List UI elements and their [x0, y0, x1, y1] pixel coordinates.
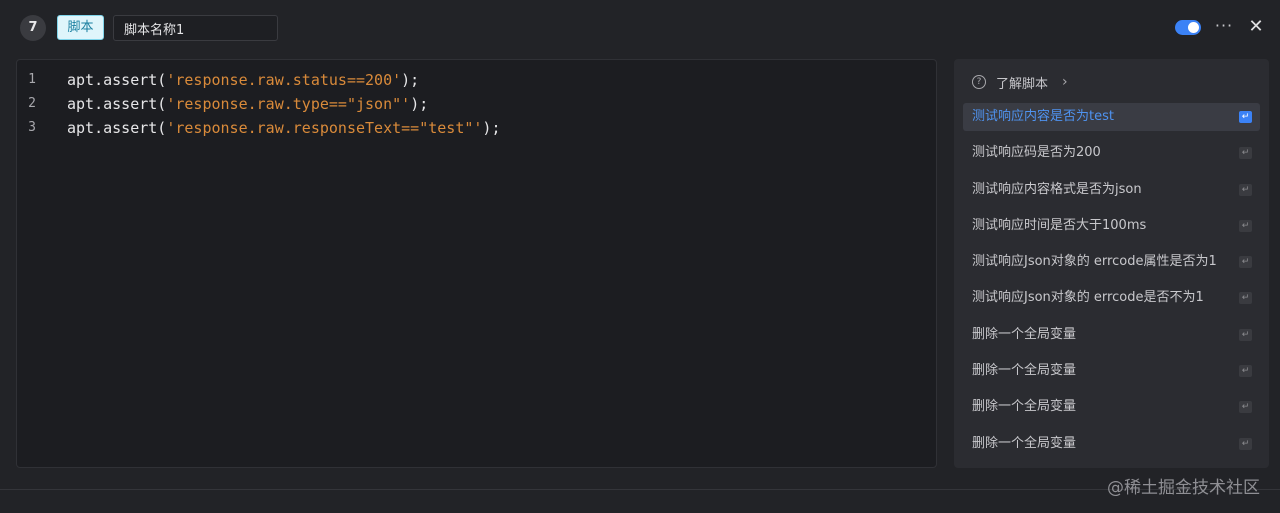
code-call: apt.assert( [67, 119, 167, 137]
line-number: 2 [28, 96, 36, 111]
enter-icon: ↵ [1239, 328, 1252, 341]
enter-icon: ↵ [1239, 256, 1252, 269]
snippet-label: 测试响应码是否为200 [972, 145, 1101, 161]
chevron-right-icon: › [1062, 74, 1068, 90]
snippet-label: 测试响应内容格式是否为json [972, 181, 1142, 197]
snippet-item[interactable]: 删除一个全局变量 ↵ [963, 357, 1260, 385]
learn-script-label: 了解脚本 [996, 76, 1049, 92]
snippet-item[interactable]: 删除一个全局变量 ↵ [963, 430, 1260, 458]
type-tag-script[interactable]: 脚本 [57, 15, 104, 40]
code-editor[interactable]: 1 apt.assert('response.raw.status==200');… [16, 59, 937, 468]
toggle-knob [1188, 22, 1199, 33]
enter-icon: ↵ [1239, 147, 1252, 160]
code-string: 'response.raw.type=="json"' [166, 95, 411, 113]
enter-icon: ↵ [1239, 292, 1252, 305]
code-string: 'response.raw.status==200' [166, 71, 402, 89]
code-line[interactable]: 1 apt.assert('response.raw.status==200'); [17, 68, 936, 92]
code-close: ); [410, 95, 429, 113]
snippet-item[interactable]: 测试响应内容是否为test ↵ [963, 103, 1260, 131]
watermark: @稀土掘金技术社区 [1107, 478, 1260, 498]
code-line[interactable]: 2 apt.assert('response.raw.type=="json"')… [17, 92, 936, 116]
snippet-item[interactable]: 删除一个全局变量 ↵ [963, 393, 1260, 421]
snippet-item[interactable]: 测试响应时间是否大于100ms ↵ [963, 212, 1260, 240]
panel-header: 7 脚本 ··· ✕ [0, 0, 1280, 56]
snippet-item[interactable]: 测试响应Json对象的 errcode是否不为1 ↵ [963, 284, 1260, 312]
enter-icon: ↵ [1239, 183, 1252, 196]
step-number-badge: 7 [20, 15, 46, 41]
code-close: ); [482, 119, 501, 137]
snippet-label: 删除一个全局变量 [972, 435, 1077, 451]
enable-toggle[interactable] [1175, 20, 1201, 35]
script-name-input[interactable] [113, 15, 278, 41]
snippet-item[interactable]: 删除一个全局变量 ↵ [963, 321, 1260, 349]
code-text[interactable]: apt.assert('response.raw.responseText=="… [67, 116, 500, 140]
code-line[interactable]: 3 apt.assert('response.raw.responseText==… [17, 116, 936, 140]
close-icon[interactable]: ✕ [1245, 14, 1267, 40]
enter-icon: ↵ [1239, 437, 1252, 450]
line-number: 1 [28, 72, 36, 87]
code-text[interactable]: apt.assert('response.raw.status==200'); [67, 68, 419, 92]
snippet-label: 测试响应时间是否大于100ms [972, 217, 1147, 233]
snippet-label: 删除一个全局变量 [972, 399, 1077, 415]
enter-icon: ↵ [1239, 111, 1252, 123]
script-panel: 7 脚本 ··· ✕ 1apt.assert('response.raw.sta… [0, 0, 1280, 513]
code-close: ); [401, 71, 420, 89]
snippet-item[interactable]: 测试响应内容格式是否为json ↵ [963, 176, 1260, 204]
code-call: apt.assert( [67, 95, 167, 113]
bottom-divider [0, 489, 1280, 490]
snippet-label: 测试响应Json对象的 errcode属性是否为1 [972, 254, 1217, 270]
snippet-label: 删除一个全局变量 [972, 363, 1077, 379]
enter-icon: ↵ [1239, 401, 1252, 414]
snippet-label: 测试响应Json对象的 errcode是否不为1 [972, 290, 1204, 306]
snippet-item[interactable]: 测试响应码是否为200 ↵ [963, 139, 1260, 167]
snippet-item[interactable]: 测试响应Json对象的 errcode属性是否为1 ↵ [963, 248, 1260, 276]
code-text[interactable]: apt.assert('response.raw.type=="json"'); [67, 92, 428, 116]
enter-icon: ↵ [1239, 365, 1252, 378]
snippet-panel: ? 了解脚本 › 测试响应内容是否为test ↵ 测试响应码是否为200 ↵ 测试响应内… [954, 59, 1269, 468]
learn-script-link[interactable]: ? 了解脚本 › [972, 71, 1068, 93]
line-number: 3 [28, 120, 36, 135]
snippet-label: 测试响应内容是否为test [972, 109, 1114, 124]
snippet-list: 测试响应内容是否为test ↵ 测试响应码是否为200 ↵ 测试响应内容格式是否为jso… [963, 103, 1260, 466]
help-circle-icon: ? [972, 75, 986, 89]
more-options-button[interactable]: ··· [1212, 14, 1236, 40]
enter-icon: ↵ [1239, 219, 1252, 232]
code-call: apt.assert( [67, 71, 167, 89]
snippet-label: 删除一个全局变量 [972, 326, 1077, 342]
code-string: 'response.raw.responseText=="test"' [166, 119, 483, 137]
